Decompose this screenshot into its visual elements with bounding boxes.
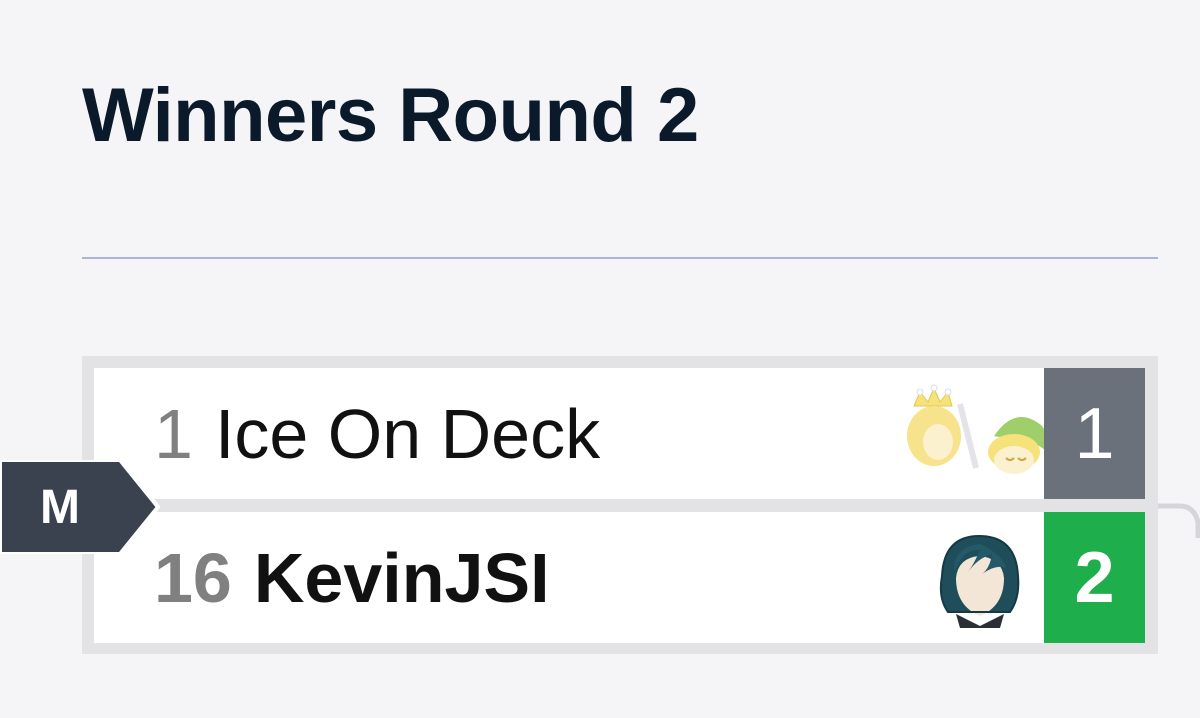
player-slot-top[interactable]: 1 Ice On Deck <box>94 368 1053 499</box>
byleth-icon <box>939 534 1020 628</box>
player-name[interactable]: Ice On Deck <box>215 394 600 474</box>
character-icons <box>934 512 1024 643</box>
player-seed: 16 <box>154 538 232 617</box>
character-icons <box>904 368 1056 499</box>
player-slot-bottom[interactable]: 16 KevinJSI <box>94 512 1044 643</box>
player-name[interactable]: KevinJSI <box>254 538 550 618</box>
score-top: 1 <box>1044 368 1145 499</box>
round-title: Winners Round 2 <box>82 73 699 158</box>
match-identifier[interactable]: M <box>0 460 120 554</box>
score-bottom: 2 <box>1044 512 1145 643</box>
divider <box>82 257 1158 259</box>
match-card[interactable]: 1 Ice On Deck 16 KevinJSI 1 2 <box>82 356 1158 654</box>
